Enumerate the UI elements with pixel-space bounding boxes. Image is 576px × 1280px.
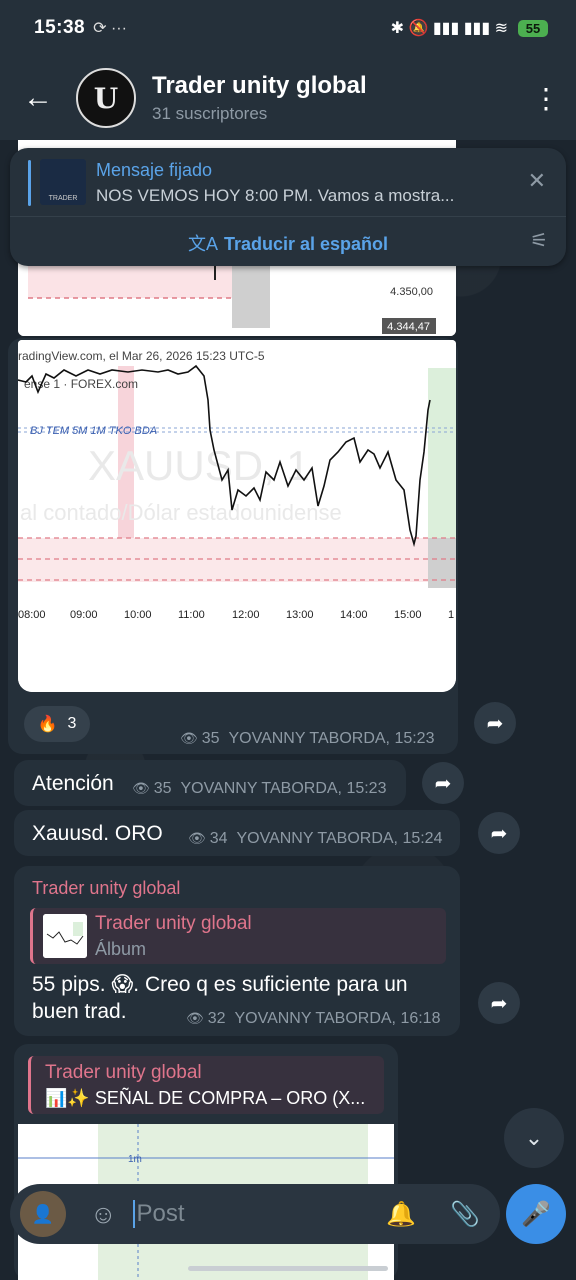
channel-info[interactable]: Trader unity global 31 suscriptores <box>152 72 367 124</box>
quote-text: 📊✨ SEÑAL DE COMPRA – ORO (X... <box>45 1088 366 1108</box>
translate-icon: 文A <box>187 234 218 254</box>
view-count: 35 <box>153 780 172 797</box>
message-author: YOVANNY TABORDA, 16:18 <box>234 1010 441 1027</box>
mic-button[interactable]: 🎤 <box>506 1184 566 1244</box>
views-icon: 👁 <box>180 730 198 746</box>
settings-sliders-icon[interactable]: ⚟ <box>530 228 548 253</box>
forward-icon: ➦ <box>486 712 504 735</box>
share-button[interactable]: ➦ <box>422 762 464 804</box>
forwarded-message-bubble[interactable]: Trader unity global Trader unity global … <box>14 866 460 1036</box>
mic-icon: 🎤 <box>521 1200 551 1228</box>
status-bar: 15:38 ⟳ ··· ✱ 🔕 ▮▮▮ ▮▮▮ ≋ 55 <box>0 0 576 56</box>
message-author: YOVANNY TABORDA, 15:23 <box>228 730 435 747</box>
quote-author: Trader unity global <box>45 1062 202 1083</box>
message-author: YOVANNY TABORDA, 15:23 <box>180 780 387 797</box>
views-icon: 👁 <box>186 1010 204 1026</box>
reaction-count: 3 <box>67 715 77 732</box>
subscriber-count: 31 suscriptores <box>152 104 268 123</box>
pinned-title: Mensaje fijado <box>96 160 213 180</box>
more-options-icon[interactable]: ⋮ <box>516 82 576 115</box>
message-bubble[interactable]: Atención 👁 35 YOVANNY TABORDA, 15:23 <box>14 760 406 806</box>
forward-icon: ➦ <box>490 822 508 845</box>
channel-avatar[interactable]: U <box>76 68 136 128</box>
message-meta: 👁 35 YOVANNY TABORDA, 15:23 <box>180 730 434 748</box>
chevron-down-icon: ⌄ <box>524 1125 544 1150</box>
album-quote[interactable]: Trader unity global Álbum <box>30 908 446 964</box>
share-button[interactable]: ➦ <box>478 982 520 1024</box>
attach-icon[interactable]: 📎 <box>450 1200 480 1229</box>
bell-icon[interactable]: 🔔 <box>386 1200 416 1229</box>
translate-label: Traducir al español <box>223 234 389 254</box>
view-count: 35 <box>201 730 220 747</box>
x-tick: 09:00 <box>70 609 98 621</box>
x-tick: 08:00 <box>18 609 46 621</box>
message-author: YOVANNY TABORDA, 15:24 <box>236 830 443 847</box>
x-tick: 15:00 <box>394 609 422 621</box>
pinned-thumbnail: TRADER <box>40 159 86 205</box>
message-meta: 👁 35 YOVANNY TABORDA, 15:23 <box>132 780 386 798</box>
system-icons: ✱ 🔕 ▮▮▮ ▮▮▮ ≋ <box>390 20 508 37</box>
chart-legend: BJ TEM 5M 1M TKO BDA <box>30 425 157 437</box>
battery-icon: 55 <box>518 19 548 37</box>
message-bubble[interactable]: Xauusd. ORO 👁 34 YOVANNY TABORDA, 15:24 <box>14 810 460 856</box>
message-text: Xauusd. ORO <box>32 822 163 845</box>
quote-author: Trader unity global <box>95 913 252 934</box>
share-button[interactable]: ➦ <box>474 702 516 744</box>
fire-icon: 🔥 <box>37 716 58 733</box>
channel-title: Trader unity global <box>152 72 367 99</box>
price-label-2: 4.344,47 <box>387 321 430 333</box>
x-tick: 13:00 <box>286 609 314 621</box>
xauusd-chart: radingView.com, el Mar 26, 2026 15:23 UT… <box>18 340 456 692</box>
message-text: Atención <box>32 772 114 795</box>
x-tick: 1 <box>448 609 454 621</box>
album-thumbnail <box>43 914 87 958</box>
quote-subtitle: Álbum <box>95 939 147 959</box>
home-indicator[interactable] <box>188 1266 388 1271</box>
chart-watermark-sub: al contado/Dólar estadounidense <box>20 500 342 525</box>
views-icon: 👁 <box>132 780 150 796</box>
views-icon: 👁 <box>188 830 206 846</box>
message-composer: 👤 ☺ Post 🔔 📎 <box>10 1184 500 1244</box>
divider <box>10 216 566 217</box>
forwarded-from-name[interactable]: Trader unity global <box>32 878 180 899</box>
x-tick: 12:00 <box>232 609 260 621</box>
chart-watermark: XAUUSD, 1 <box>88 442 310 489</box>
pinned-text: NOS VEMOS HOY 8:00 PM. Vamos a mostra... <box>96 186 455 205</box>
sender-avatar[interactable]: 👤 <box>20 1191 66 1237</box>
share-button[interactable]: ➦ <box>478 812 520 854</box>
message-meta: 👁 34 YOVANNY TABORDA, 15:24 <box>188 830 442 848</box>
forward-icon: ➦ <box>490 992 508 1015</box>
close-icon[interactable]: ✕ <box>528 168 546 194</box>
message-text: 55 pips. 😱. Creo q es suficiente para un <box>32 973 408 996</box>
forward-icon: ➦ <box>434 772 452 795</box>
view-count: 32 <box>207 1010 226 1027</box>
price-label-1: 4.350,00 <box>390 286 433 298</box>
x-tick: 14:00 <box>340 609 368 621</box>
fire-reaction[interactable]: 🔥 3 <box>24 706 90 742</box>
notification-icons: ⟳ ··· <box>93 20 127 37</box>
chat-header: ← U Trader unity global 31 suscriptores … <box>0 56 576 140</box>
x-tick: 10:00 <box>124 609 152 621</box>
translate-button[interactable]: 文A Traducir al español <box>10 230 566 256</box>
message-meta: 👁 32 YOVANNY TABORDA, 16:18 <box>186 1010 440 1028</box>
chart-label: 1m <box>128 1154 142 1165</box>
message-text: buen trad. <box>32 1000 127 1023</box>
x-tick: 11:00 <box>178 609 205 621</box>
view-count: 34 <box>209 830 228 847</box>
scroll-down-button[interactable]: ⌄ <box>504 1108 564 1168</box>
sticker-icon[interactable]: ☺ <box>90 1199 117 1230</box>
chart-source-text: radingView.com, el Mar 26, 2026 15:23 UT… <box>18 349 265 363</box>
pinned-message-panel[interactable]: TRADER Mensaje fijado NOS VEMOS HOY 8:00… <box>10 148 566 266</box>
chart-photo[interactable]: radingView.com, el Mar 26, 2026 15:23 UT… <box>18 340 456 692</box>
pinned-indicator <box>28 160 31 206</box>
reply-quote[interactable]: Trader unity global 📊✨ SEÑAL DE COMPRA –… <box>28 1056 384 1114</box>
back-arrow-icon[interactable]: ← <box>0 81 76 115</box>
clock: 15:38 <box>34 17 86 38</box>
message-input[interactable]: Post <box>132 1200 185 1228</box>
